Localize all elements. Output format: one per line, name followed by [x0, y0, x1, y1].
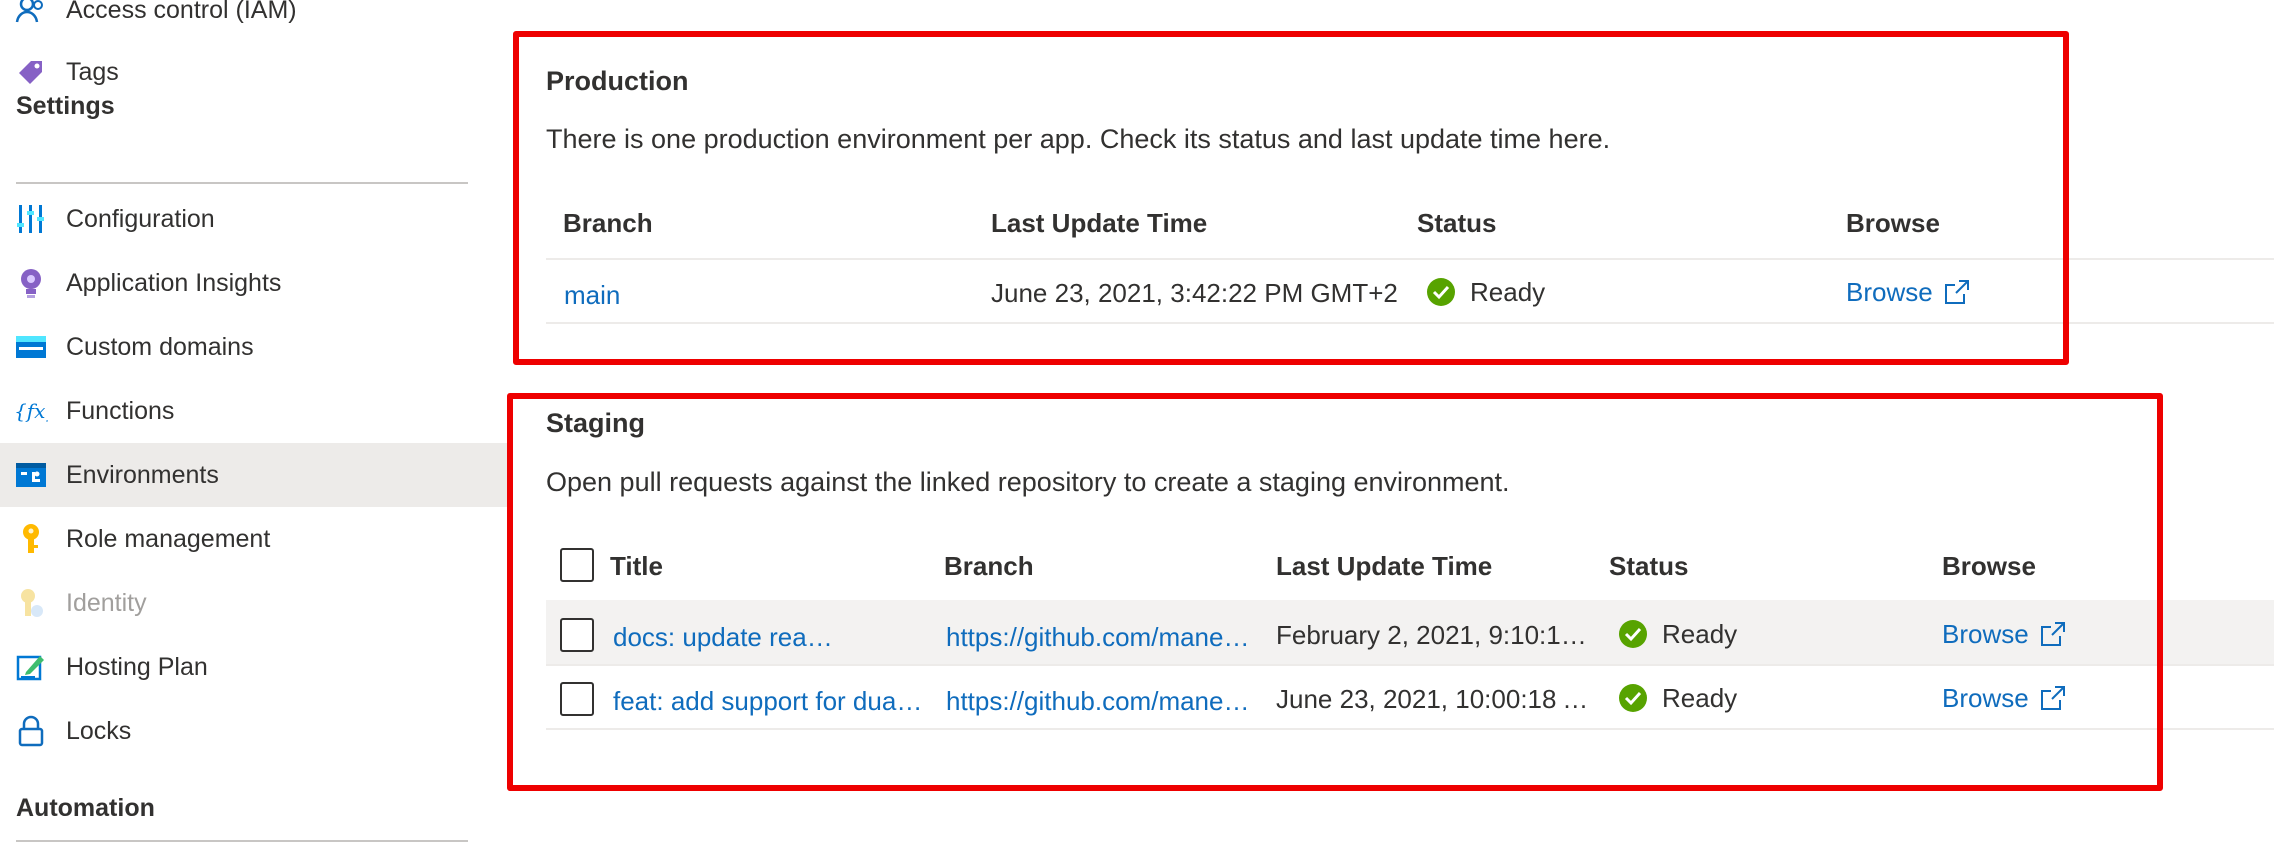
sidebar-item-label: Role management — [66, 524, 271, 553]
sidebar-item-label: Locks — [66, 716, 132, 745]
sidebar-item-application-insights[interactable]: Application Insights — [0, 251, 508, 315]
sidebar-item-functions[interactable]: {fx} Functions — [0, 379, 508, 443]
staging-highlight-box — [507, 393, 2163, 791]
lock-icon — [14, 714, 48, 748]
sidebar-item-label: Application Insights — [66, 268, 282, 297]
function-icon: {fx} — [14, 394, 48, 428]
sidebar-item-label: Access control (IAM) — [66, 0, 297, 24]
sidebar-item-configuration[interactable]: Configuration — [0, 187, 508, 251]
section-header-settings: Settings — [16, 92, 115, 120]
sidebar-item-label: Configuration — [66, 204, 215, 233]
sidebar-item-label: Tags — [66, 57, 119, 86]
sidebar-item-custom-domains[interactable]: Custom domains — [0, 315, 508, 379]
svg-text:{fx}: {fx} — [14, 399, 48, 423]
sidebar-item-hosting-plan[interactable]: Hosting Plan — [0, 635, 508, 699]
sidebar-item-identity[interactable]: Identity — [0, 571, 508, 635]
edit-plan-icon — [14, 650, 48, 684]
sliders-icon — [14, 202, 48, 236]
lightbulb-icon — [14, 266, 48, 300]
identity-key-icon — [14, 586, 48, 620]
sidebar-item-environments[interactable]: Environments — [0, 443, 508, 507]
people-icon — [14, 0, 48, 27]
environments-icon — [14, 458, 48, 492]
key-icon — [14, 522, 48, 556]
divider — [16, 182, 468, 184]
sidebar-item-locks[interactable]: Locks — [0, 699, 508, 763]
sidebar-item-access-control[interactable]: Access control (IAM) — [0, 0, 508, 42]
sidebar-item-label: Functions — [66, 396, 175, 425]
section-header-automation: Automation — [16, 794, 155, 822]
sidebar-item-label: Hosting Plan — [66, 652, 208, 681]
sidebar-item-label: Identity — [66, 588, 147, 617]
sidebar-item-role-management[interactable]: Role management — [0, 507, 508, 571]
sidebar-item-label: Environments — [66, 460, 219, 489]
sidebar: Access control (IAM) Tags Settings Confi… — [0, 0, 508, 852]
production-highlight-box — [513, 31, 2069, 365]
sidebar-item-label: Custom domains — [66, 332, 254, 361]
divider — [16, 840, 468, 842]
globe-window-icon — [14, 330, 48, 364]
tag-icon — [14, 55, 48, 89]
